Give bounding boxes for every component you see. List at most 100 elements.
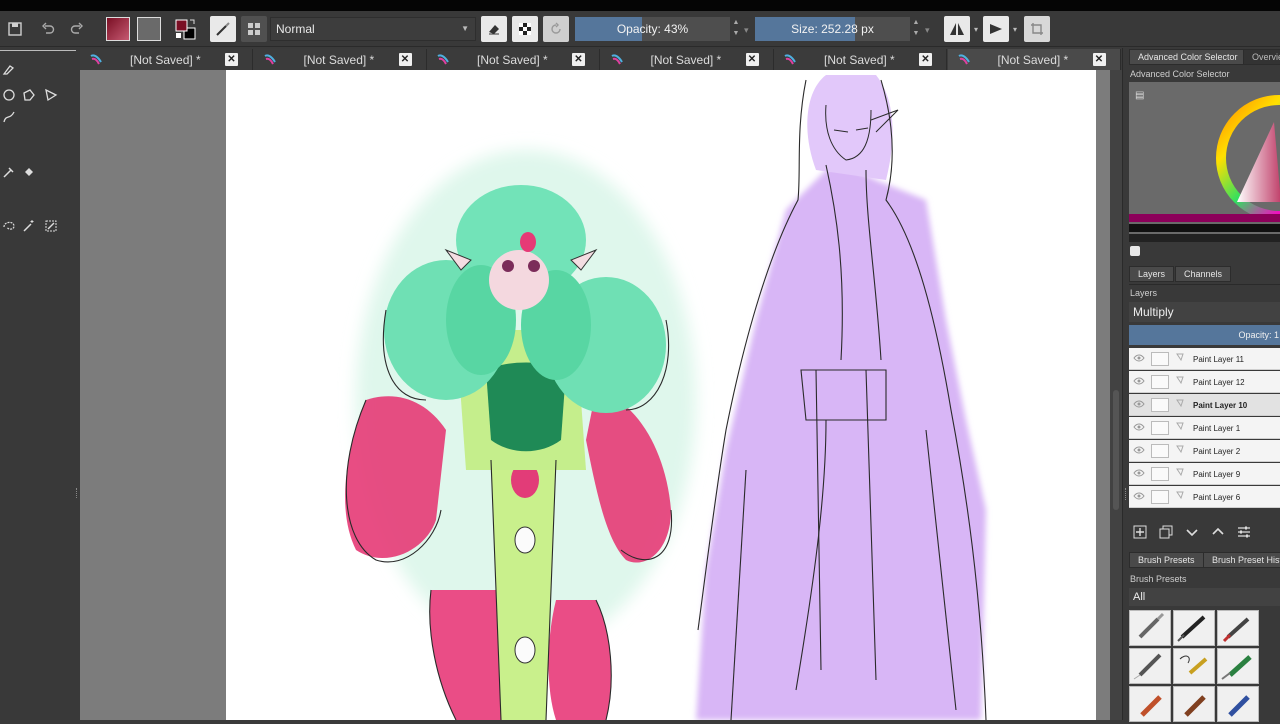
close-icon[interactable]: ✕ (225, 53, 238, 66)
opacity-slider[interactable]: Opacity: 43% (575, 17, 730, 41)
document-tab[interactable]: [Not Saved] * ✕ (774, 49, 947, 70)
brush-preset-pencil[interactable] (1129, 648, 1171, 684)
close-icon[interactable]: ✕ (919, 53, 932, 66)
polyline-tool-icon[interactable] (42, 86, 60, 104)
ellipse-tool-icon[interactable] (0, 86, 18, 104)
alpha-inherit-icon[interactable] (1175, 398, 1185, 410)
brush-preset-texture[interactable] (1217, 648, 1259, 684)
polygon-tool-icon[interactable] (20, 86, 38, 104)
color-selector[interactable]: ▤ (1129, 82, 1280, 242)
layer-row[interactable]: Paint Layer 9 (1129, 463, 1280, 485)
alpha-inherit-icon[interactable] (1175, 444, 1185, 456)
color-panel-title: Advanced Color Selector (1130, 69, 1230, 79)
freehand-select-icon[interactable] (0, 217, 18, 235)
color-picker-tool-icon[interactable] (0, 163, 18, 181)
alpha-inherit-icon[interactable] (1175, 421, 1185, 433)
canvas-paper[interactable] (226, 70, 1096, 720)
visibility-eye-icon[interactable] (1133, 469, 1145, 479)
brush-preset-watercolor[interactable] (1217, 686, 1259, 722)
layer-properties-icon[interactable] (1237, 525, 1251, 542)
layer-row[interactable]: Paint Layer 11 (1129, 348, 1280, 370)
opacity-spinner[interactable]: ▲ ▼ (730, 17, 742, 41)
alpha-lock-icon[interactable] (512, 16, 538, 42)
panel-resize-handle[interactable] (1125, 488, 1128, 500)
mirror-vertical-icon[interactable] (983, 16, 1009, 42)
brush-preset-bristles[interactable] (1173, 686, 1215, 722)
document-tab[interactable]: [Not Saved] * ✕ (601, 49, 774, 70)
similar-select-icon[interactable] (42, 217, 60, 235)
opacity-label: Opacity: 43% (616, 22, 689, 36)
size-spinner[interactable]: ▲ ▼ (910, 17, 922, 41)
tab-advanced-color-selector[interactable]: Advanced Color Selector (1129, 49, 1247, 65)
gradient-icon[interactable] (105, 16, 131, 42)
magic-wand-icon[interactable] (20, 217, 38, 235)
pattern-icon[interactable] (136, 16, 162, 42)
layer-row[interactable]: Paint Layer 10 (1129, 394, 1280, 416)
reload-icon[interactable] (543, 16, 569, 42)
alpha-inherit-icon[interactable] (1175, 352, 1185, 364)
fill-tool-icon[interactable] (20, 163, 38, 181)
move-layer-down-icon[interactable] (1185, 525, 1199, 542)
eraser-icon[interactable] (481, 16, 507, 42)
save-icon[interactable] (2, 16, 28, 42)
document-tab[interactable]: [Not Saved] * ✕ (80, 49, 253, 70)
calligraphy-tool-icon[interactable] (0, 60, 18, 78)
mirror-horizontal-options[interactable]: ▾ (971, 16, 981, 42)
mirror-vertical-options[interactable]: ▾ (1010, 16, 1020, 42)
layer-opacity-slider[interactable]: Opacity: 1 (1129, 325, 1280, 345)
brush-preset-marker[interactable] (1217, 610, 1259, 646)
visibility-eye-icon[interactable] (1133, 423, 1145, 433)
brush-preset-ink-pen[interactable] (1173, 610, 1215, 646)
brush-preset-blender[interactable] (1173, 648, 1215, 684)
layer-row[interactable]: Paint Layer 6 (1129, 486, 1280, 508)
tab-layers[interactable]: Layers (1129, 266, 1175, 282)
undo-icon[interactable] (35, 16, 61, 42)
mirror-horizontal-icon[interactable] (944, 16, 970, 42)
visibility-eye-icon[interactable] (1133, 354, 1145, 364)
wrap-icon[interactable] (1024, 16, 1050, 42)
brush-preset-chalk[interactable] (1129, 686, 1171, 722)
alpha-inherit-icon[interactable] (1175, 375, 1185, 387)
size-menu-arrow[interactable]: ▾ (925, 25, 930, 36)
tab-overview[interactable]: Overview (1243, 49, 1280, 65)
tab-brush-presets[interactable]: Brush Presets (1129, 552, 1204, 568)
move-layer-up-icon[interactable] (1211, 525, 1225, 542)
visibility-eye-icon[interactable] (1133, 400, 1145, 410)
duplicate-layer-icon[interactable] (1159, 525, 1173, 542)
brush-preset-airbrush[interactable] (1129, 610, 1171, 646)
alpha-inherit-icon[interactable] (1175, 467, 1185, 479)
visibility-eye-icon[interactable] (1133, 492, 1145, 502)
document-tab[interactable]: [Not Saved] * ✕ (947, 49, 1121, 70)
document-tab[interactable]: [Not Saved] * ✕ (254, 49, 427, 70)
color-history-swatch[interactable] (1130, 246, 1140, 256)
layer-row[interactable]: Paint Layer 2 (1129, 440, 1280, 462)
color-wheel[interactable] (1129, 82, 1280, 242)
blend-mode-select[interactable]: Normal ▼ (270, 17, 476, 41)
add-layer-icon[interactable] (1133, 525, 1147, 542)
layer-blend-mode-select[interactable]: Multiply (1129, 302, 1280, 322)
layer-row[interactable]: Paint Layer 12 (1129, 371, 1280, 393)
preset-grid-icon[interactable] (241, 16, 267, 42)
brush-tag-filter[interactable]: All (1129, 588, 1280, 606)
scrollbar-thumb[interactable] (1113, 390, 1119, 510)
close-icon[interactable]: ✕ (1092, 53, 1106, 66)
document-tab-bar: [Not Saved] * ✕ [Not Saved] * ✕ [Not Saved] … (80, 49, 1122, 70)
tab-brush-preset-history[interactable]: Brush Preset Histo (1203, 552, 1280, 568)
redo-icon[interactable] (64, 16, 90, 42)
size-slider[interactable]: Size: 252.28 px (755, 17, 910, 41)
tab-channels[interactable]: Channels (1175, 266, 1232, 282)
canvas-vertical-scrollbar[interactable] (1110, 70, 1122, 720)
layer-row[interactable]: Paint Layer 1 (1129, 417, 1280, 439)
alpha-inherit-icon[interactable] (1175, 490, 1185, 502)
canvas-area[interactable] (80, 70, 1110, 720)
color-swap-icon[interactable] (172, 16, 198, 42)
close-icon[interactable]: ✕ (745, 53, 759, 66)
opacity-menu-arrow[interactable]: ▾ (744, 25, 749, 36)
close-icon[interactable]: ✕ (398, 53, 412, 66)
visibility-eye-icon[interactable] (1133, 446, 1145, 456)
brush-tool-icon[interactable] (210, 16, 236, 42)
freehand-path-tool-icon[interactable] (0, 108, 18, 126)
close-icon[interactable]: ✕ (572, 53, 585, 66)
document-tab[interactable]: [Not Saved] * ✕ (427, 49, 600, 70)
visibility-eye-icon[interactable] (1133, 377, 1145, 387)
